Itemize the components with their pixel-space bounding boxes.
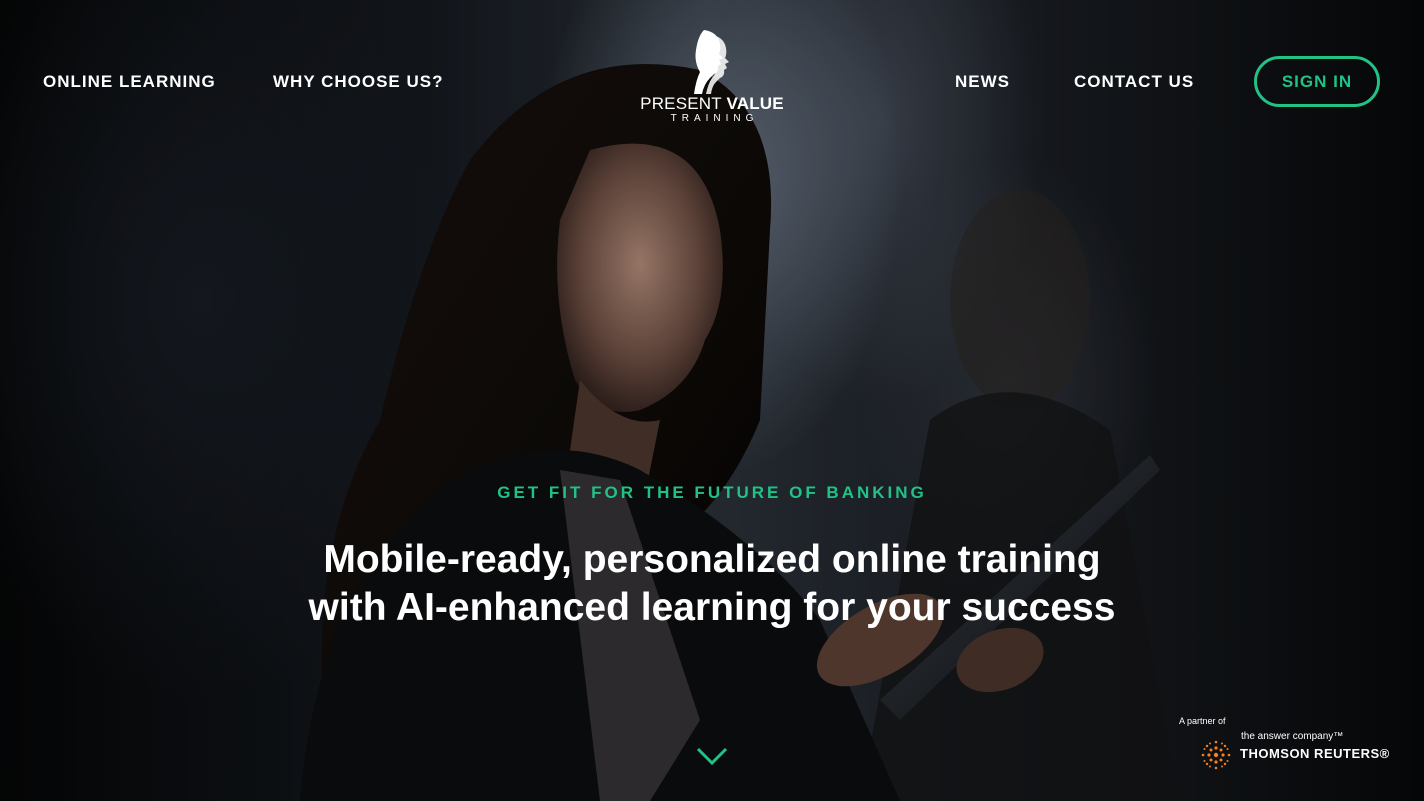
logo-subtitle: TRAINING <box>670 113 759 124</box>
hero-eyebrow: GET FIT FOR THE FUTURE OF BANKING <box>497 483 927 502</box>
site-logo[interactable]: PRESENT VALUE TRAINING <box>636 28 788 136</box>
partner-name: THOMSON REUTERS® <box>1240 746 1390 761</box>
thomson-reuters-logo-icon <box>1201 740 1231 770</box>
thomson-reuters-partner-badge[interactable]: A partner of the answer company™ THOMSON… <box>1178 716 1408 776</box>
hero-headline-line-1: Mobile-ready, personalized online traini… <box>323 538 1101 581</box>
hero-headline: Mobile-ready, personalized online traini… <box>262 536 1162 632</box>
nav-news[interactable]: NEWS <box>955 72 1010 92</box>
sign-in-button[interactable]: SIGN IN <box>1254 56 1380 107</box>
nav-why-choose-us[interactable]: WHY CHOOSE US? <box>273 72 443 92</box>
logo-wordmark: PRESENT VALUE <box>640 94 784 113</box>
nav-contact-us[interactable]: CONTACT US <box>1074 72 1194 92</box>
partner-prefix: A partner of <box>1179 716 1226 726</box>
hero-headline-line-2: with AI-enhanced learning for your succe… <box>308 586 1116 629</box>
profile-faces-logo-icon <box>694 30 729 94</box>
partner-tagline: the answer company™ <box>1241 731 1344 742</box>
nav-online-learning[interactable]: ONLINE LEARNING <box>43 72 216 92</box>
chevron-down-icon[interactable] <box>696 744 728 768</box>
